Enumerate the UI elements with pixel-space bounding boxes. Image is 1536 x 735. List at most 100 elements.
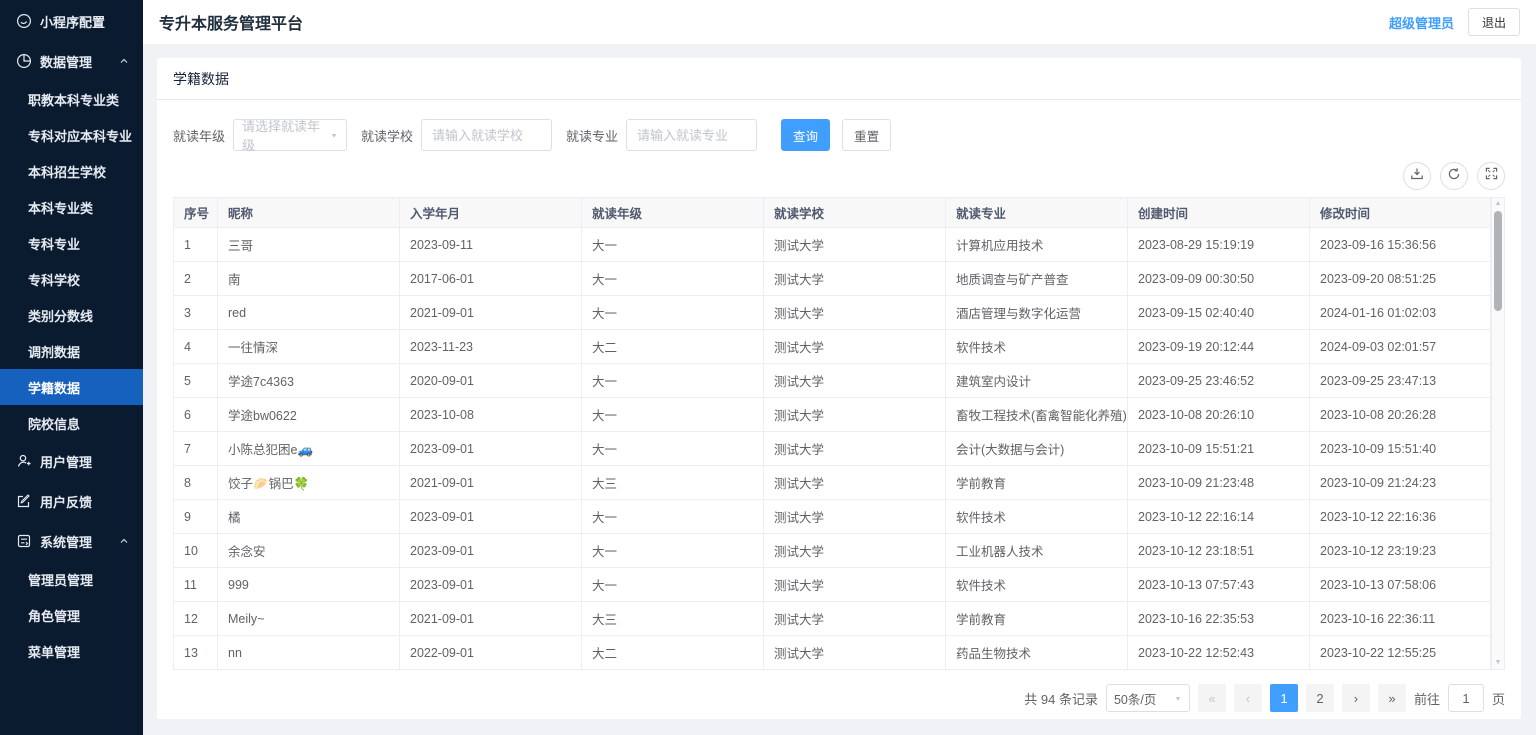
cell-index: 12 [173, 601, 218, 636]
prev-page-button[interactable]: ‹ [1233, 684, 1262, 712]
cell-updated-at: 2023-10-16 22:36:11 [1309, 601, 1491, 636]
cell-enroll-date: 2023-11-23 [399, 329, 582, 364]
sidebar-item-adjustment-data[interactable]: 调剂数据 [0, 333, 143, 369]
cell-updated-at: 2024-01-16 01:02:03 [1309, 295, 1491, 330]
cell-index: 10 [173, 533, 218, 568]
search-button[interactable]: 查询 [781, 119, 831, 151]
cell-index: 4 [173, 329, 218, 364]
grade-select[interactable]: 请选择就读年级 ▼ [233, 119, 348, 153]
feedback-icon [16, 493, 32, 509]
system-icon [16, 533, 32, 549]
sidebar-item-system-management[interactable]: 系统管理 [0, 521, 143, 561]
sidebar-item-user-feedback[interactable]: 用户反馈 [0, 481, 143, 521]
cell-grade: 大一 [581, 363, 764, 398]
sidebar-item-label: 用户管理 [40, 454, 93, 470]
chevron-down-icon: ▼ [1174, 694, 1182, 702]
cell-enroll-date: 2021-09-01 [399, 601, 582, 636]
cell-index: 5 [173, 363, 218, 398]
refresh-button[interactable] [1440, 162, 1468, 190]
page-size-select[interactable]: 50条/页 ▼ [1105, 684, 1190, 712]
page-number-button[interactable]: 2 [1305, 684, 1334, 712]
column-header-enroll-date: 入学年月 [399, 197, 582, 228]
major-label: 就读专业 [566, 128, 619, 144]
goto-page-input[interactable] [1447, 684, 1484, 712]
cell-major: 学前教育 [945, 465, 1128, 500]
logout-button[interactable]: 退出 [1467, 8, 1520, 36]
scroll-up-icon[interactable]: ▲ [1492, 199, 1504, 209]
table-row: 6 学途bw0622 2023-10-08 大一 测试大学 畜牧工程技术(畜禽智能化养殖)… [173, 397, 1491, 432]
school-input[interactable] [421, 119, 553, 151]
scroll-down-icon[interactable]: ▼ [1492, 658, 1504, 668]
sidebar-item-role-management[interactable]: 角色管理 [0, 597, 143, 633]
cell-created-at: 2023-09-25 23:46:52 [1127, 363, 1310, 398]
cell-enroll-date: 2021-09-01 [399, 295, 582, 330]
sidebar-item-label: 学籍数据 [28, 380, 81, 396]
cell-created-at: 2023-10-09 21:23:48 [1127, 465, 1310, 500]
table-row: 13 nn 2022-09-01 大二 测试大学 药品生物技术 2023-10-22 12:… [173, 635, 1491, 670]
cell-major: 计算机应用技术 [945, 227, 1128, 262]
user-icon [16, 453, 32, 469]
first-page-button[interactable]: « [1197, 684, 1226, 712]
sidebar-item-admin-management[interactable]: 管理员管理 [0, 561, 143, 597]
cell-updated-at: 2023-09-16 15:36:56 [1309, 227, 1491, 262]
cell-nickname: 小陈总犯困e🚙 [217, 431, 400, 466]
sidebar-item-institution-info[interactable]: 院校信息 [0, 405, 143, 441]
data-icon [16, 53, 32, 69]
major-input[interactable] [626, 119, 758, 151]
sidebar-item-student-status-data[interactable]: 学籍数据 [0, 369, 143, 405]
user-role-link[interactable]: 超级管理员 [1389, 13, 1454, 32]
sidebar-item-data-management[interactable]: 数据管理 [0, 41, 143, 81]
sidebar-item-undergrad-admission-school[interactable]: 本科招生学校 [0, 153, 143, 189]
sidebar-item-menu-management[interactable]: 菜单管理 [0, 633, 143, 669]
sidebar-item-label: 职教本科专业类 [28, 92, 120, 108]
sidebar-item-label: 用户反馈 [40, 494, 93, 510]
cell-created-at: 2023-09-19 20:12:44 [1127, 329, 1310, 364]
table-row: 10 余念安 2023-09-01 大一 测试大学 工业机器人技术 2023-10-12 2… [173, 533, 1491, 568]
cell-grade: 大三 [581, 601, 764, 636]
table-scrollbar[interactable]: ▲ ▼ [1491, 197, 1505, 670]
cell-updated-at: 2023-10-09 21:24:23 [1309, 465, 1491, 500]
sidebar-item-miniprogram-config[interactable]: 小程序配置 [0, 1, 143, 41]
main-content: 学籍数据 就读年级 请选择就读年级 ▼ 就读学校 就读专业 查询 重置 [143, 44, 1536, 735]
cell-index: 9 [173, 499, 218, 534]
scrollbar-thumb[interactable] [1494, 211, 1502, 311]
page-number-button[interactable]: 1 [1269, 684, 1298, 712]
cell-updated-at: 2023-10-12 23:19:23 [1309, 533, 1491, 568]
cell-created-at: 2023-10-22 12:52:43 [1127, 635, 1310, 670]
cell-nickname: 一往情深 [217, 329, 400, 364]
sidebar-item-user-management[interactable]: 用户管理 [0, 441, 143, 481]
page-suffix-label: 页 [1491, 691, 1505, 707]
download-button[interactable] [1403, 162, 1431, 190]
cell-school: 测试大学 [763, 397, 946, 432]
page-number-list: 12 [1269, 684, 1334, 712]
cell-major: 软件技术 [945, 567, 1128, 602]
cell-major: 会计(大数据与会计) [945, 431, 1128, 466]
cell-grade: 大二 [581, 329, 764, 364]
fullscreen-button[interactable] [1477, 162, 1505, 190]
chevron-down-icon: ▼ [330, 131, 339, 139]
cell-school: 测试大学 [763, 431, 946, 466]
table-row: 2 南 2017-06-01 大一 测试大学 地质调查与矿产普查 2023-09-09 00… [173, 261, 1491, 296]
sidebar-item-college-major[interactable]: 专科专业 [0, 225, 143, 261]
table-row: 5 学途7c4363 2020-09-01 大一 测试大学 建筑室内设计 2023-09-2… [173, 363, 1491, 398]
cell-grade: 大一 [581, 227, 764, 262]
cell-index: 1 [173, 227, 218, 262]
sidebar-item-vocational-undergrad-major-category[interactable]: 职教本科专业类 [0, 81, 143, 117]
last-page-button[interactable]: » [1377, 684, 1406, 712]
table-row: 12 Meily~ 2021-09-01 大三 测试大学 学前教育 2023-10-16 2… [173, 601, 1491, 636]
cell-enroll-date: 2022-09-01 [399, 635, 582, 670]
sidebar-item-label: 本科招生学校 [28, 164, 107, 180]
cell-grade: 大一 [581, 499, 764, 534]
cell-major: 酒店管理与数字化运营 [945, 295, 1128, 330]
cell-major: 建筑室内设计 [945, 363, 1128, 398]
cell-index: 8 [173, 465, 218, 500]
cell-school: 测试大学 [763, 533, 946, 568]
sidebar-item-undergrad-major-category[interactable]: 本科专业类 [0, 189, 143, 225]
sidebar-item-college-school[interactable]: 专科学校 [0, 261, 143, 297]
sidebar-item-category-score-line[interactable]: 类别分数线 [0, 297, 143, 333]
next-page-button[interactable]: › [1341, 684, 1370, 712]
sidebar-item-college-to-undergrad-major[interactable]: 专科对应本科专业 [0, 117, 143, 153]
cell-enroll-date: 2023-09-11 [399, 227, 582, 262]
table-row: 8 饺子🥟锅巴🍀 2021-09-01 大三 测试大学 学前教育 2023-10-09 21… [173, 465, 1491, 500]
reset-button[interactable]: 重置 [842, 119, 892, 151]
